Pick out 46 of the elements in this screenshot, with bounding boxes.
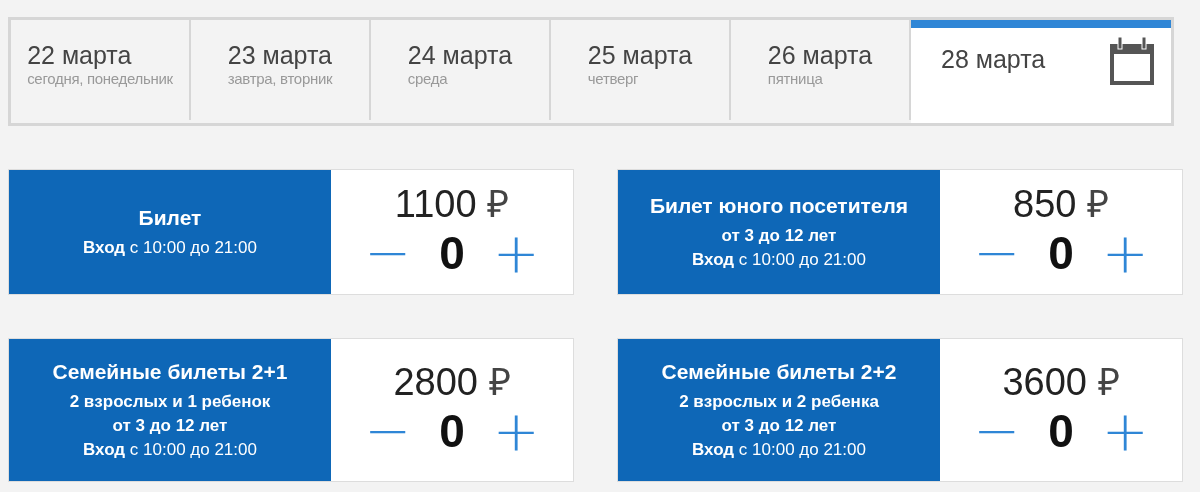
- tab-weekday: пятница: [767, 70, 824, 87]
- date-tab[interactable]: 25 марта четверг: [551, 20, 731, 120]
- quantity: 0: [1048, 404, 1074, 458]
- tab-weekday: четверг: [587, 70, 640, 87]
- ticket-detail: 2 взрослых и 1 ребенок: [69, 392, 271, 412]
- minus-button[interactable]: −: [364, 225, 412, 281]
- quantity: 0: [439, 226, 465, 280]
- ticket-detail: Вход с 10:00 до 21:00: [692, 250, 866, 270]
- minus-button[interactable]: −: [973, 225, 1021, 281]
- ticket-detail: 2 взрослых и 2 ребенка: [679, 392, 879, 412]
- plus-button[interactable]: +: [1101, 225, 1149, 281]
- tab-date: 25 марта: [587, 40, 693, 70]
- tab-weekday: сегодня, понедельник: [27, 70, 173, 87]
- date-tab[interactable]: 23 марта завтра, вторник: [191, 20, 371, 120]
- tab-date: 28 марта: [941, 44, 1046, 74]
- tab-date: 22 марта: [27, 40, 133, 70]
- quantity: 0: [1048, 226, 1074, 280]
- ticket-title: Билет: [138, 206, 202, 230]
- ticket-price: 1100 ₽: [394, 183, 510, 225]
- ticket-title: Семейные билеты 2+2: [661, 360, 897, 384]
- ticket-detail: Вход с 10:00 до 21:00: [692, 440, 866, 460]
- tab-date: 23 марта: [227, 40, 333, 70]
- ticket-detail: от 3 до 12 лет: [112, 416, 228, 436]
- ticket-price: 2800 ₽: [393, 361, 511, 403]
- tab-date: 24 марта: [407, 40, 513, 70]
- ticket-title: Билет юного посетителя: [649, 194, 909, 218]
- quantity: 0: [439, 404, 465, 458]
- ticket-title: Семейные билеты 2+1: [52, 360, 288, 384]
- ticket-detail: Вход с 10:00 до 21:00: [83, 238, 257, 258]
- plus-button[interactable]: +: [1101, 403, 1149, 459]
- calendar-icon[interactable]: [1109, 36, 1155, 86]
- plus-button[interactable]: +: [492, 225, 540, 281]
- ticket-price: 3600 ₽: [1002, 361, 1120, 403]
- ticket-price: 850 ₽: [1013, 183, 1109, 225]
- date-tab[interactable]: 28 марта: [911, 20, 1171, 123]
- ticket-detail: от 3 до 12 лет: [721, 416, 837, 436]
- ticket-detail: от 3 до 12 лет: [721, 226, 837, 246]
- plus-button[interactable]: +: [492, 403, 540, 459]
- tab-date: 26 марта: [767, 40, 873, 70]
- minus-button[interactable]: −: [973, 403, 1021, 459]
- date-tab[interactable]: 22 марта сегодня, понедельник: [11, 20, 191, 120]
- ticket-detail: Вход с 10:00 до 21:00: [83, 440, 257, 460]
- minus-button[interactable]: −: [364, 403, 412, 459]
- tab-weekday: среда: [407, 70, 449, 87]
- tab-weekday: завтра, вторник: [227, 70, 333, 87]
- date-tab[interactable]: 24 марта среда: [371, 20, 551, 120]
